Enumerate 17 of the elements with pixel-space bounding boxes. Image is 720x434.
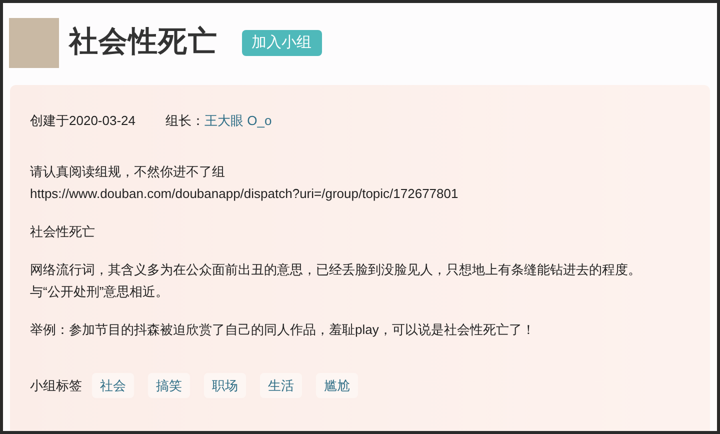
tag-link[interactable]: 尴尬 xyxy=(316,372,358,398)
tag-link[interactable]: 社会 xyxy=(92,372,134,398)
tag-link[interactable]: 职场 xyxy=(204,372,246,398)
owner-label: 组长： xyxy=(166,112,204,130)
tags-label: 小组标签 xyxy=(30,376,82,394)
created-date: 创建于2020-03-24 xyxy=(30,112,136,130)
description-text: 举例：参加节目的抖森被迫欣赏了自己的同人作品，羞耻play，可以说是社会性死亡了！ xyxy=(30,320,536,338)
tag-link[interactable]: 搞笑 xyxy=(148,372,190,398)
owner-link[interactable]: 王大眼 O_o xyxy=(204,111,272,130)
description-text: https://www.douban.com/doubanapp/dispatch?uri=/group/topic/172677801 xyxy=(30,184,460,202)
description-text: 与“公开处刑”意思相近。 xyxy=(30,282,170,300)
description-text: 网络流行词，其含义多为在公众面前出丑的意思，已经丢脸到没脸见人，只想地上有条缝能钻进去的程度。 xyxy=(30,260,642,278)
avatar-photo-placeholder xyxy=(9,18,59,68)
tag-link[interactable]: 生活 xyxy=(260,372,302,398)
group-title: 社会性死亡 xyxy=(69,24,218,60)
description-text: 请认真阅读组规，不然你进不了组 xyxy=(30,162,226,180)
description-text: 社会性死亡 xyxy=(30,222,96,240)
